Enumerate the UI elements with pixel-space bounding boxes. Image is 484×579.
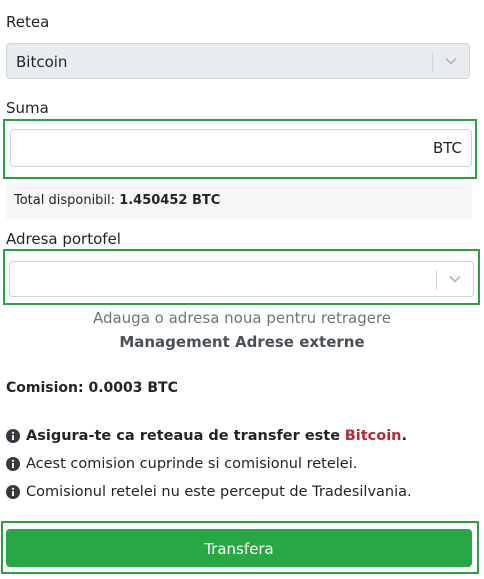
select-divider: [432, 52, 433, 72]
info-circle-icon: [6, 485, 20, 499]
fee-text: Comision: 0.0003 BTC: [6, 380, 178, 396]
note-network-prefix: Asigura-te ca reteaua de transfer este: [26, 428, 341, 444]
chevron-down-icon[interactable]: [449, 273, 461, 285]
wallet-highlight: [3, 249, 480, 305]
amount-currency-suffix: BTC: [432, 139, 462, 157]
amount-input[interactable]: BTC: [10, 129, 472, 167]
balance-value: 1.450452 BTC: [119, 193, 221, 208]
note-fee-includes: Acest comision cuprinde si comisionul re…: [6, 456, 357, 472]
manage-addresses-link[interactable]: Management Adrese externe: [0, 333, 484, 351]
note-network-suffix: .: [401, 428, 408, 444]
balance-text: Total disponibil: 1.450452 BTC: [14, 193, 220, 208]
network-select[interactable]: Bitcoin: [6, 43, 470, 79]
note-network-name: Bitcoin: [344, 428, 402, 444]
transfer-button[interactable]: Transfera: [6, 529, 472, 567]
note-fee-includes-text: Acest comision cuprinde si comisionul re…: [26, 456, 358, 472]
balance-panel: Total disponibil: 1.450452 BTC: [6, 183, 472, 219]
note-fee-not-charged-text: Comisionul retelei nu este perceput de T…: [26, 484, 412, 500]
network-select-value: Bitcoin: [16, 53, 68, 71]
chevron-down-icon[interactable]: [445, 55, 457, 67]
network-label: Retea: [6, 13, 50, 31]
balance-label: Total disponibil:: [14, 193, 116, 208]
wallet-select[interactable]: [9, 261, 474, 297]
amount-label: Suma: [6, 99, 49, 117]
info-circle-icon: [6, 429, 20, 443]
amount-highlight: BTC: [3, 119, 477, 179]
info-circle-icon: [6, 457, 20, 471]
note-network-check: Asigura-te ca reteaua de transfer este B…: [6, 428, 407, 444]
add-address-link[interactable]: Adauga o adresa noua pentru retragere: [0, 309, 484, 327]
note-fee-not-charged: Comisionul retelei nu este perceput de T…: [6, 484, 412, 500]
wallet-label: Adresa portofel: [6, 230, 121, 248]
select-divider: [436, 270, 437, 290]
